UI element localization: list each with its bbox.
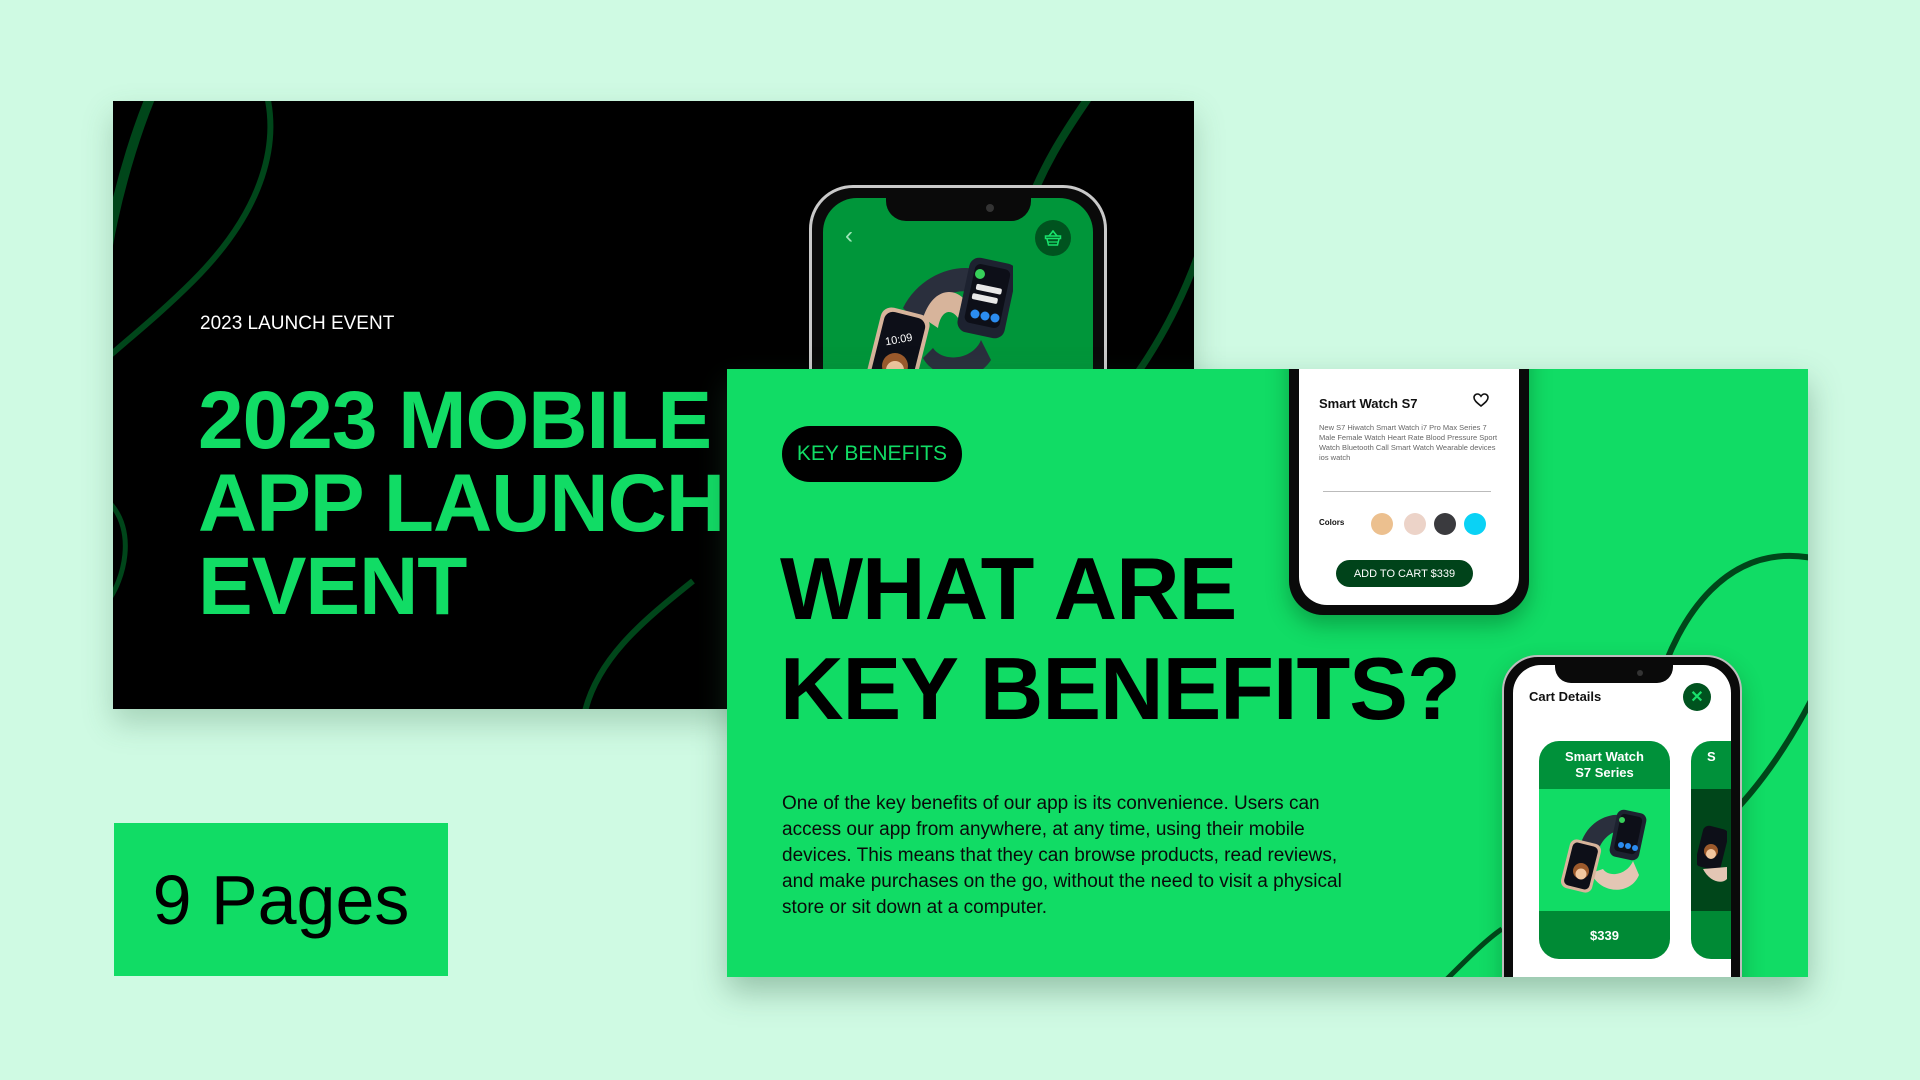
phone-screen: Cart Details ✕ Smart Watch S7 Series $33…	[1513, 665, 1731, 977]
product-description: New S7 Hiwatch Smart Watch i7 Pro Max Se…	[1319, 423, 1498, 462]
card-name-line: S7 Series	[1575, 765, 1634, 780]
slide-key-benefits: KEY BENEFITS WHAT ARE KEY BENEFITS? One …	[727, 369, 1808, 977]
section-pill: KEY BENEFITS	[782, 426, 962, 482]
card-price	[1691, 911, 1731, 959]
color-swatch[interactable]	[1371, 513, 1393, 535]
title-line: EVENT	[198, 541, 467, 632]
colors-label: Colors	[1319, 518, 1345, 527]
title-line: KEY BENEFITS?	[780, 639, 1461, 738]
add-to-cart-button[interactable]: ADD TO CART $339	[1336, 560, 1473, 587]
card-name-line: Smart Watch	[1565, 749, 1644, 764]
curve	[113, 503, 128, 598]
card-image-area	[1691, 789, 1731, 911]
divider	[1323, 491, 1491, 492]
phone-notch	[1555, 665, 1673, 683]
close-icon[interactable]: ✕	[1683, 683, 1711, 711]
eyebrow-label: 2023 LAUNCH EVENT	[200, 313, 395, 334]
phone-screen: Smart Watch S7 New S7 Hiwatch Smart Watc…	[1299, 369, 1519, 605]
card-header: Smart Watch S7 Series	[1539, 741, 1670, 789]
card-price: $339	[1539, 911, 1670, 959]
card-name-line: S	[1707, 749, 1716, 764]
phone-notch	[886, 198, 1031, 221]
slide-title: 2023 MOBILE APP LAUNCH EVENT	[198, 375, 725, 632]
title-line: APP LAUNCH	[198, 458, 725, 549]
color-swatch[interactable]	[1404, 513, 1426, 535]
page-count-badge: 9 Pages	[114, 823, 448, 976]
phone-mockup-product: Smart Watch S7 New S7 Hiwatch Smart Watc…	[1289, 369, 1529, 615]
cart-item-card[interactable]: Smart Watch S7 Series $339	[1539, 741, 1670, 959]
color-swatch[interactable]	[1434, 513, 1456, 535]
basket-icon[interactable]	[1035, 220, 1071, 256]
chevron-left-icon[interactable]: ‹	[845, 222, 853, 250]
title-line: 2023 MOBILE	[198, 375, 712, 466]
camera-dot	[986, 204, 994, 212]
product-title: Smart Watch S7	[1319, 396, 1418, 411]
phone-mockup-cart: Cart Details ✕ Smart Watch S7 Series $33…	[1502, 655, 1742, 977]
color-swatch[interactable]	[1464, 513, 1486, 535]
curve	[113, 101, 155, 246]
cart-title: Cart Details	[1529, 689, 1602, 704]
smartwatch-image	[1561, 809, 1647, 893]
curve	[1445, 926, 1504, 977]
card-header: S	[1691, 741, 1731, 789]
heart-icon[interactable]	[1473, 393, 1489, 412]
body-paragraph: One of the key benefits of our app is it…	[782, 793, 1342, 918]
smartwatch-image	[1697, 825, 1727, 882]
card-image-area	[1539, 789, 1670, 911]
camera-dot	[1637, 670, 1643, 676]
cart-item-card[interactable]: S	[1691, 741, 1731, 959]
